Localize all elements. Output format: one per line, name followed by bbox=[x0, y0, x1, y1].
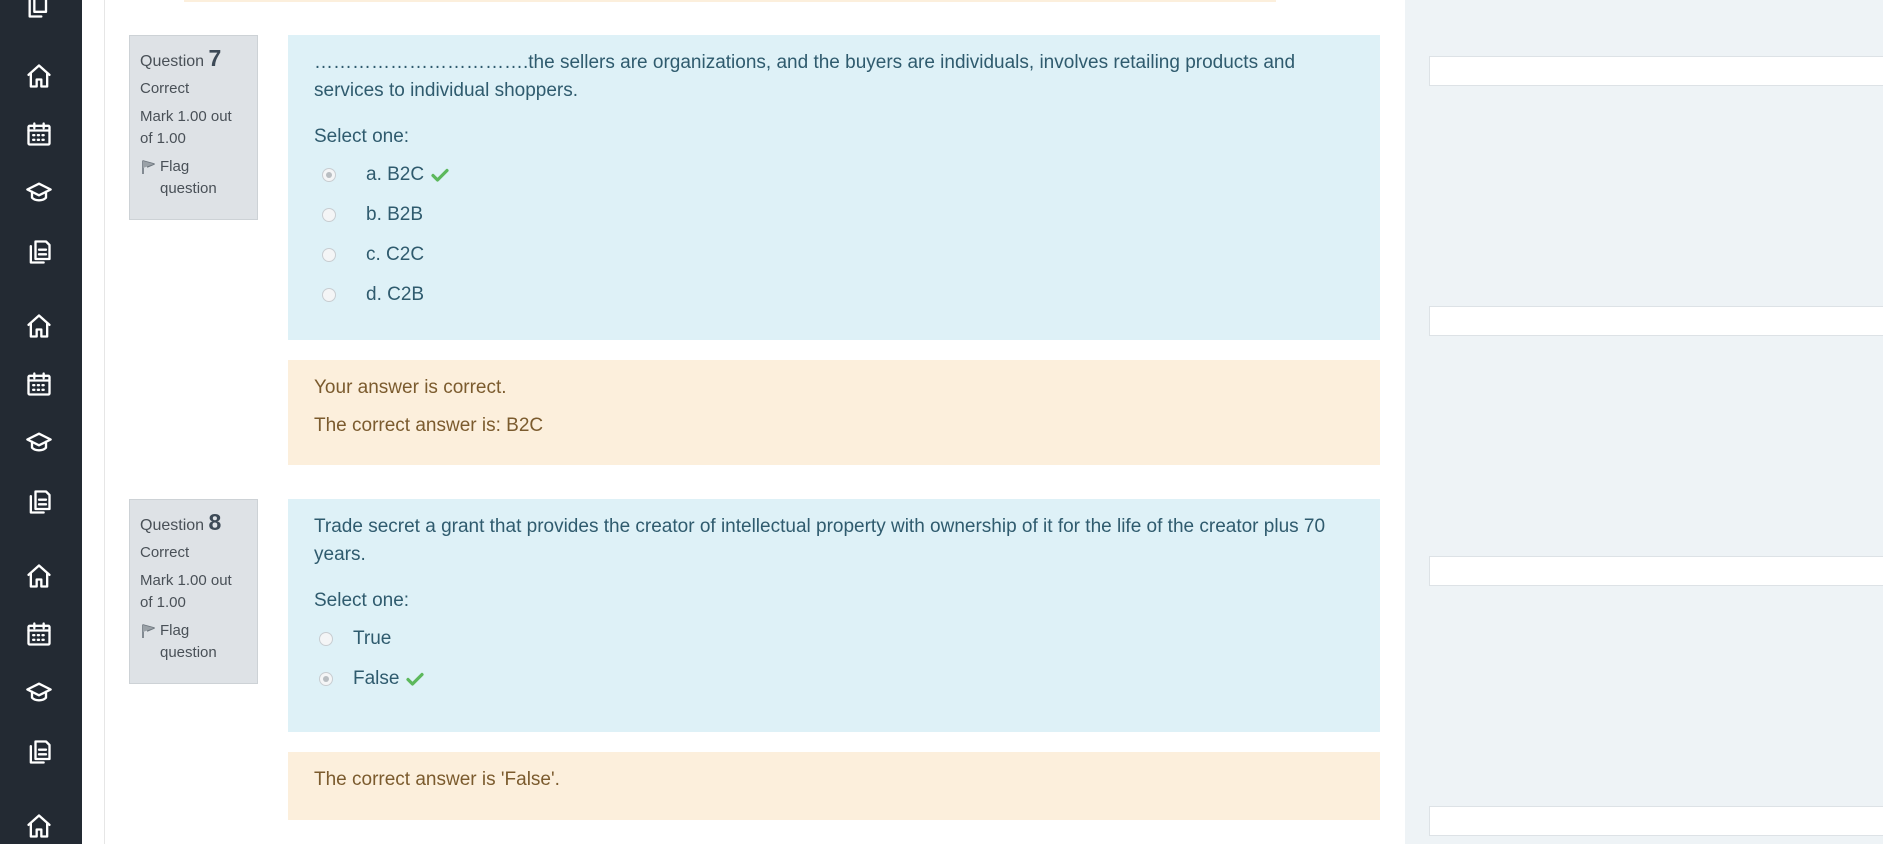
flag-icon bbox=[142, 160, 155, 174]
drawer-block bbox=[1429, 556, 1883, 586]
answer-option[interactable]: False bbox=[314, 659, 1354, 699]
answer-option[interactable]: a. B2C bbox=[314, 155, 1354, 195]
home-icon[interactable] bbox=[23, 60, 55, 92]
question-content-7: …………………………….the sellers are organization… bbox=[288, 35, 1380, 340]
question-label: Question bbox=[140, 517, 205, 534]
question-content-8: Trade secret a grant that provides the c… bbox=[288, 499, 1380, 732]
right-answer-text: The correct answer is: B2C bbox=[314, 415, 544, 436]
question-text: …………………………….the sellers are organization… bbox=[314, 52, 1296, 101]
answer-radio[interactable] bbox=[322, 208, 336, 222]
right-answer-text: The correct answer is 'False'. bbox=[314, 769, 560, 790]
copy-icon[interactable] bbox=[23, 236, 55, 268]
copy-icon[interactable] bbox=[23, 486, 55, 518]
copy-icon[interactable] bbox=[23, 736, 55, 768]
question-grade: Mark 1.00 out of 1.00 bbox=[140, 108, 232, 147]
check-icon bbox=[431, 168, 449, 182]
graduation-cap-icon[interactable] bbox=[23, 677, 55, 709]
home-icon[interactable] bbox=[23, 810, 55, 842]
flag-question-label: Flag question bbox=[160, 158, 217, 197]
answer-radio[interactable] bbox=[322, 168, 336, 182]
feedback-7: Your answer is correct. The correct answ… bbox=[288, 360, 1380, 465]
graduation-cap-icon[interactable] bbox=[23, 427, 55, 459]
flag-question-button[interactable]: Flag question bbox=[140, 620, 247, 664]
flag-question-label: Flag question bbox=[160, 622, 217, 661]
answer-label: False bbox=[353, 668, 400, 689]
flag-question-button[interactable]: Flag question bbox=[140, 156, 247, 200]
drawer-block bbox=[1429, 56, 1883, 86]
navigation-rail bbox=[0, 0, 82, 844]
answer-label: d. C2B bbox=[366, 284, 425, 305]
answer-radio[interactable] bbox=[319, 632, 333, 646]
answer-option[interactable]: True bbox=[314, 619, 1354, 659]
answer-label: True bbox=[353, 628, 392, 649]
question-number: 8 bbox=[208, 509, 222, 535]
answer-option[interactable]: c. C2C bbox=[314, 235, 1354, 275]
calendar-icon[interactable] bbox=[23, 618, 55, 650]
feedback-text: Your answer is correct. bbox=[314, 377, 507, 398]
select-prompt: Select one: bbox=[314, 126, 410, 147]
answer-option[interactable]: d. C2B bbox=[314, 275, 1354, 315]
answer-label: b. B2B bbox=[366, 204, 424, 225]
answer-radio[interactable] bbox=[322, 288, 336, 302]
check-icon bbox=[406, 672, 425, 686]
right-drawer bbox=[1405, 0, 1883, 844]
question-label: Question bbox=[140, 53, 205, 70]
home-icon[interactable] bbox=[23, 310, 55, 342]
drawer-block bbox=[1429, 306, 1883, 336]
home-icon[interactable] bbox=[23, 560, 55, 592]
graduation-cap-icon[interactable] bbox=[23, 177, 55, 209]
question-number: 7 bbox=[208, 45, 222, 71]
question-state: Correct bbox=[140, 544, 190, 561]
answer-radio[interactable] bbox=[319, 672, 333, 686]
question-text: Trade secret a grant that provides the c… bbox=[314, 516, 1326, 565]
feedback-8: The correct answer is 'False'. bbox=[288, 752, 1380, 820]
answer-radio[interactable] bbox=[322, 248, 336, 262]
document-icon[interactable] bbox=[23, 0, 55, 22]
flag-icon bbox=[142, 624, 155, 638]
calendar-icon[interactable] bbox=[23, 118, 55, 150]
answer-option[interactable]: b. B2B bbox=[314, 195, 1354, 235]
question-state: Correct bbox=[140, 80, 190, 97]
question-info-7: Question 7 Correct Mark 1.00 out of 1.00… bbox=[129, 35, 258, 220]
previous-feedback-edge bbox=[184, 0, 1276, 2]
drawer-block bbox=[1429, 806, 1883, 836]
select-prompt: Select one: bbox=[314, 590, 410, 611]
answer-label: a. B2C bbox=[366, 164, 425, 185]
answer-label: c. C2C bbox=[366, 244, 425, 265]
calendar-icon[interactable] bbox=[23, 368, 55, 400]
question-info-8: Question 8 Correct Mark 1.00 out of 1.00… bbox=[129, 499, 258, 684]
question-grade: Mark 1.00 out of 1.00 bbox=[140, 572, 232, 611]
